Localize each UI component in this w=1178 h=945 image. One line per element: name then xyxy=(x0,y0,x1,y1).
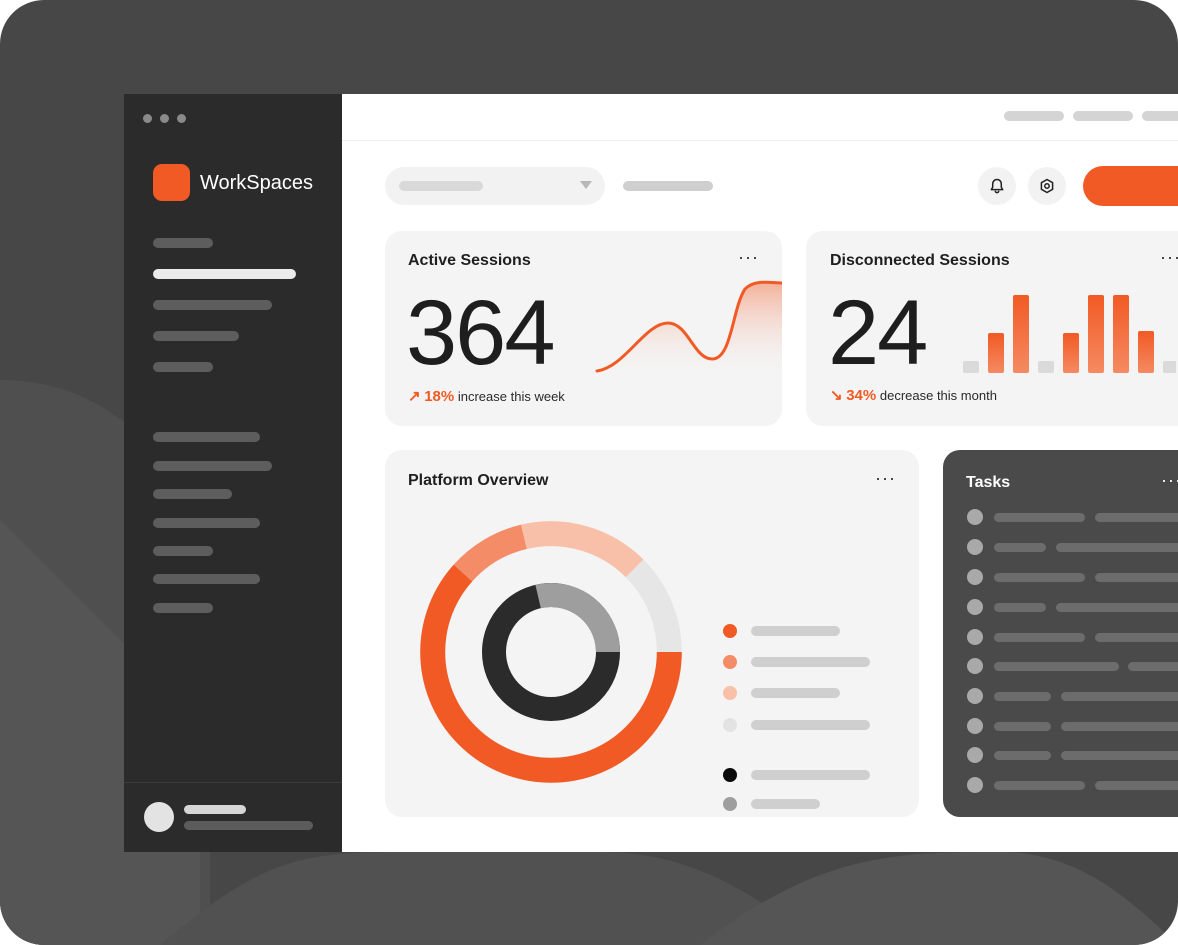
card-title: Platform Overview xyxy=(408,472,549,489)
task-status-dot xyxy=(967,569,983,585)
task-status-dot xyxy=(967,747,983,763)
legend-dot xyxy=(723,624,737,638)
legend-dot xyxy=(723,686,737,700)
bell-icon xyxy=(990,178,1004,194)
platform-overview-card: Platform Overview ··· xyxy=(385,450,919,817)
main-content: Active Sessions ··· 364 ↗ 18% increase t… xyxy=(342,94,1178,852)
legend-label xyxy=(751,657,870,667)
notifications-button[interactable] xyxy=(978,167,1016,205)
trend-percent: 18% xyxy=(424,388,455,405)
legend-dot xyxy=(723,655,737,669)
active-sessions-trend: ↗ 18% increase this week xyxy=(408,387,565,405)
sidebar-item-1[interactable] xyxy=(153,238,213,248)
legend-label xyxy=(751,720,870,730)
more-icon[interactable]: ··· xyxy=(738,248,759,266)
topbar-divider xyxy=(342,140,1178,141)
chevron-down-icon xyxy=(580,181,592,189)
platform-donut-chart xyxy=(420,521,682,783)
sidebar-item-7[interactable] xyxy=(153,461,272,471)
task-status-dot xyxy=(967,777,983,793)
legend-label xyxy=(751,688,840,698)
task-status-dot xyxy=(967,688,983,704)
window-close-dot[interactable] xyxy=(143,114,152,123)
more-icon[interactable]: ··· xyxy=(1160,248,1178,266)
user-name xyxy=(184,805,246,814)
primary-action-button[interactable] xyxy=(1083,166,1178,206)
trend-text: decrease this month xyxy=(879,388,997,403)
legend-label xyxy=(751,770,870,780)
sidebar-divider xyxy=(124,782,342,783)
app-window: WorkSpaces Active Sessions ··· 364 ↗ 18%… xyxy=(124,94,1178,852)
avatar[interactable] xyxy=(144,802,174,832)
sidebar-item-6[interactable] xyxy=(153,432,260,442)
sidebar-item-10[interactable] xyxy=(153,546,213,556)
sidebar-item-4[interactable] xyxy=(153,331,239,341)
breadcrumb xyxy=(623,181,713,191)
tasks-card: Tasks ··· xyxy=(943,450,1178,817)
topbar-item-1[interactable] xyxy=(1004,111,1064,121)
user-subtitle xyxy=(184,821,313,830)
dropdown-value xyxy=(399,181,483,191)
sidebar-item-3[interactable] xyxy=(153,300,272,310)
app-name: WorkSpaces xyxy=(200,172,314,194)
task-status-dot xyxy=(967,629,983,645)
trend-text: increase this week xyxy=(457,389,565,404)
trend-up-icon: ↗ xyxy=(408,388,421,405)
active-sessions-sparkline xyxy=(595,280,782,379)
legend-dot xyxy=(723,797,737,811)
card-title: Disconnected Sessions xyxy=(830,252,1010,269)
task-status-dot xyxy=(967,509,983,525)
device-frame: WorkSpaces Active Sessions ··· 364 ↗ 18%… xyxy=(0,0,1178,945)
settings-button[interactable] xyxy=(1028,167,1066,205)
more-icon[interactable]: ··· xyxy=(1161,471,1178,489)
disconnected-sessions-value: 24 xyxy=(828,282,928,384)
sidebar-item-2-active[interactable] xyxy=(153,269,296,279)
card-title: Tasks xyxy=(966,474,1011,491)
task-status-dot xyxy=(967,539,983,555)
active-sessions-value: 364 xyxy=(406,282,555,384)
disconnected-sessions-card: Disconnected Sessions ··· 24 xyxy=(806,231,1178,426)
disconnected-sessions-trend: ↘ 34% decrease this month xyxy=(830,386,997,404)
filter-dropdown[interactable] xyxy=(385,167,605,205)
trend-down-icon: ↘ xyxy=(830,387,843,404)
legend-label xyxy=(751,626,840,636)
legend-label xyxy=(751,799,820,809)
sidebar-item-12[interactable] xyxy=(153,603,213,613)
disconnected-sessions-bars xyxy=(963,295,1176,373)
sidebar-item-9[interactable] xyxy=(153,518,260,528)
task-status-dot xyxy=(967,718,983,734)
task-status-dot xyxy=(967,658,983,674)
active-sessions-card: Active Sessions ··· 364 ↗ 18% increase t… xyxy=(385,231,782,426)
sidebar-item-11[interactable] xyxy=(153,574,260,584)
more-icon[interactable]: ··· xyxy=(875,469,896,487)
gear-icon xyxy=(1040,178,1054,194)
sidebar-item-5[interactable] xyxy=(153,362,213,372)
topbar-item-2[interactable] xyxy=(1073,111,1133,121)
legend-dot xyxy=(723,768,737,782)
logo-icon xyxy=(153,164,190,201)
window-minimize-dot[interactable] xyxy=(160,114,169,123)
task-status-dot xyxy=(967,599,983,615)
window-maximize-dot[interactable] xyxy=(177,114,186,123)
sidebar-item-8[interactable] xyxy=(153,489,232,499)
sidebar: WorkSpaces xyxy=(124,94,342,852)
legend-dot xyxy=(723,718,737,732)
trend-percent: 34% xyxy=(846,387,877,404)
topbar-item-3[interactable] xyxy=(1142,111,1178,121)
card-title: Active Sessions xyxy=(408,252,531,269)
